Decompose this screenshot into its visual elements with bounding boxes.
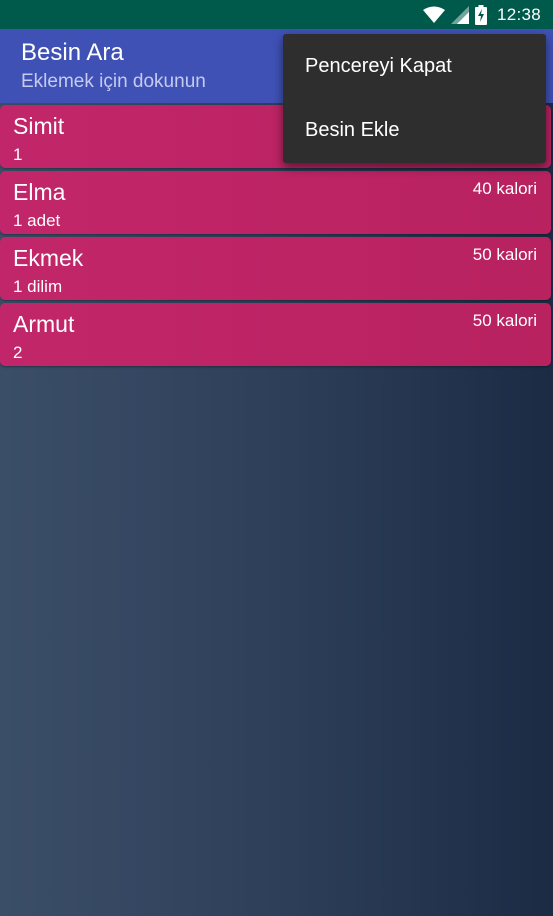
food-name: Simit	[13, 113, 65, 139]
food-quantity: 2	[13, 343, 23, 362]
signal-icon	[450, 5, 469, 24]
food-calories: 50 kalori	[472, 311, 537, 330]
food-calories: 50 kalori	[472, 245, 537, 264]
food-quantity: 1	[13, 145, 23, 164]
overflow-menu: Pencereyi Kapat Besin Ekle	[283, 34, 546, 163]
food-quantity: 1 adet	[13, 211, 61, 230]
battery-charging-icon	[474, 4, 487, 25]
food-quantity: 1 dilim	[13, 277, 63, 296]
food-name: Ekmek	[13, 245, 84, 271]
food-item-ekmek[interactable]: Ekmek 1 dilim 50 kalori	[0, 237, 551, 300]
food-item-elma[interactable]: Elma 1 adet 40 kalori	[0, 171, 551, 234]
status-bar: 12:38	[0, 0, 553, 29]
status-time: 12:38	[496, 4, 541, 24]
menu-item-close-window[interactable]: Pencereyi Kapat	[283, 34, 546, 98]
food-calories: 40 kalori	[472, 179, 537, 198]
food-name: Elma	[13, 179, 66, 205]
food-name: Armut	[13, 311, 75, 337]
wifi-icon	[422, 6, 445, 24]
menu-item-add-food[interactable]: Besin Ekle	[283, 98, 546, 162]
food-item-armut[interactable]: Armut 2 50 kalori	[0, 303, 551, 366]
